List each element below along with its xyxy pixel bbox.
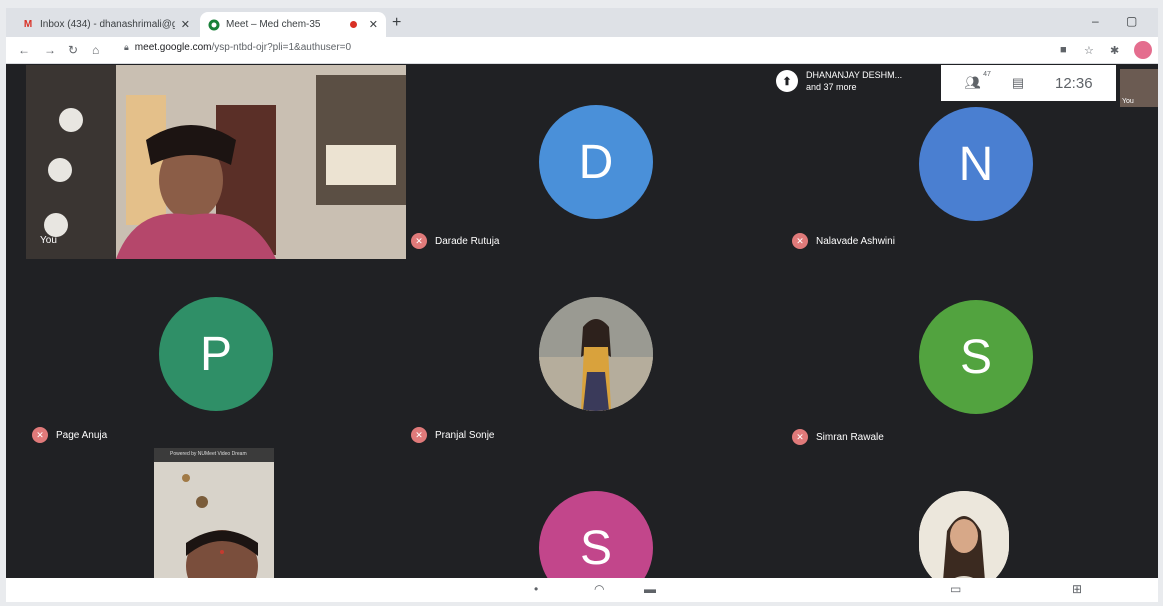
- participant-name-pranjal-sonje: ✕ Pranjal Sonje: [411, 427, 494, 443]
- forward-icon[interactable]: →: [44, 43, 56, 57]
- close-tab-icon[interactable]: ✕: [369, 18, 378, 31]
- profile-avatar[interactable]: [1134, 41, 1152, 59]
- avatar-page-anuja: P: [159, 297, 273, 411]
- people-icon[interactable]: 👥︎ 47: [964, 71, 991, 91]
- lock-icon: 🔒︎: [124, 42, 129, 52]
- self-video-tile[interactable]: You: [26, 65, 406, 259]
- self-name-label: You: [40, 235, 57, 246]
- presenter-name: DHANANJAY DESHM...: [806, 70, 903, 80]
- meet-stage: You D ✕ Darade Rutuja N ✕ Nalavade Ashwi…: [6, 65, 1158, 578]
- video-banner: Powered by NUMeet Video Dream: [170, 451, 247, 457]
- extensions-icon[interactable]: ✱: [1110, 44, 1119, 57]
- avatar-nalavade-ashwini: N: [919, 107, 1033, 221]
- participant-name-page-anuja: ✕ Page Anuja: [32, 427, 107, 443]
- mic-off-icon: ✕: [411, 233, 427, 249]
- avatar-participant-s: S: [539, 491, 653, 578]
- self-view-thumbnail[interactable]: You: [1120, 69, 1158, 107]
- self-view-label: You: [1122, 98, 1134, 105]
- presenter-sub: and 37 more: [806, 82, 857, 92]
- end-call-button[interactable]: ◠: [594, 582, 604, 596]
- minimize-icon[interactable]: –: [1092, 14, 1099, 28]
- camera-icon[interactable]: ■: [1060, 44, 1067, 56]
- gmail-icon: M: [23, 19, 33, 30]
- mic-button[interactable]: •: [534, 582, 538, 596]
- participant-video-frame: [154, 448, 274, 578]
- presenter-info[interactable]: ⬆ DHANANJAY DESHM... and 37 more: [776, 69, 902, 93]
- meet-control-bar: • ◠ ▬ ▭ ⊞: [6, 578, 1158, 602]
- maximize-icon[interactable]: ▢: [1126, 14, 1137, 28]
- meet-icon: [208, 19, 220, 31]
- url-host: meet.google.com: [134, 42, 212, 53]
- meeting-header: 👥︎ 47 ▤ 12:36: [941, 65, 1116, 101]
- mic-off-icon: ✕: [792, 233, 808, 249]
- chat-icon[interactable]: ▤: [1012, 75, 1024, 91]
- captions-icon[interactable]: ▭: [950, 582, 961, 596]
- back-icon[interactable]: ←: [18, 43, 30, 57]
- present-screen-icon[interactable]: ⊞: [1072, 582, 1082, 596]
- new-tab-icon[interactable]: +: [392, 14, 401, 32]
- tab-gmail[interactable]: M Inbox (434) - dhanashrimali@gm ✕: [14, 12, 198, 37]
- photo-pranjal-sonje: [539, 297, 653, 411]
- self-video-frame: [26, 65, 406, 259]
- participant-name-nalavade-ashwini: ✕ Nalavade Ashwini: [792, 233, 895, 249]
- participant-count: 47: [983, 71, 991, 78]
- close-tab-icon[interactable]: ✕: [181, 18, 190, 31]
- reload-icon[interactable]: ↻: [68, 43, 78, 57]
- screen: M Inbox (434) - dhanashrimali@gm ✕ Meet …: [6, 8, 1158, 602]
- tab-title: Inbox (434) - dhanashrimali@gm: [40, 19, 175, 30]
- tab-bar: M Inbox (434) - dhanashrimali@gm ✕ Meet …: [6, 8, 1158, 37]
- star-icon[interactable]: ☆: [1084, 44, 1094, 57]
- address-bar[interactable]: 🔒︎ meet.google.com /ysp-ntbd-ojr?pli=1&a…: [124, 42, 351, 53]
- participant-photo: [919, 491, 1009, 578]
- camera-button[interactable]: ▬: [644, 582, 656, 596]
- participant-photo-bottom-right: [919, 491, 1009, 578]
- tab-title: Meet – Med chem-35: [226, 19, 321, 30]
- recording-icon: [349, 21, 357, 28]
- participant-name-darade-rutuja: ✕ Darade Rutuja: [411, 233, 499, 249]
- mic-off-icon: ✕: [32, 427, 48, 443]
- present-icon: ⬆: [776, 70, 798, 92]
- mic-off-icon: ✕: [792, 429, 808, 445]
- participant-photo: [539, 297, 653, 411]
- participant-video-tile[interactable]: Powered by NUMeet Video Dream: [154, 448, 274, 578]
- home-icon[interactable]: ⌂: [92, 43, 99, 57]
- browser-toolbar: ← → ↻ ⌂ 🔒︎ meet.google.com /ysp-ntbd-ojr…: [6, 37, 1158, 64]
- mic-off-icon: ✕: [411, 427, 427, 443]
- avatar-darade-rutuja: D: [539, 105, 653, 219]
- avatar-simran-rawale: S: [919, 300, 1033, 414]
- url-path: /ysp-ntbd-ojr?pli=1&authuser=0: [211, 42, 352, 53]
- clock: 12:36: [1055, 74, 1093, 92]
- tab-meet[interactable]: Meet – Med chem-35 ✕: [200, 12, 386, 37]
- participant-name-simran-rawale: ✕ Simran Rawale: [792, 429, 884, 445]
